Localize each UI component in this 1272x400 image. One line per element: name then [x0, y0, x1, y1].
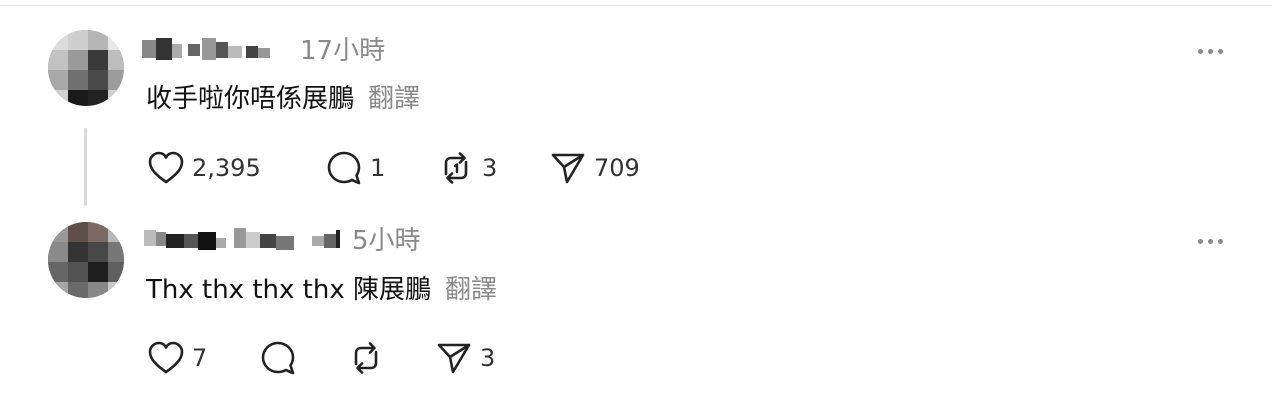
more-options-button[interactable] — [1198, 235, 1228, 247]
comment-text: Thx thx thx thx 陳展鵬 — [146, 275, 431, 305]
share-count: 3 — [480, 344, 496, 372]
comment-body: Thx thx thx thx 陳展鵬 翻譯 — [146, 274, 497, 306]
comment-body: 收手啦你唔係展鵬 翻譯 — [146, 83, 420, 115]
translate-link[interactable]: 翻譯 — [368, 84, 420, 114]
repost-icon — [444, 152, 468, 184]
like-button[interactable]: 2,395 — [148, 148, 261, 188]
comment-text: 收手啦你唔係展鵬 — [146, 84, 355, 114]
reply-count: 1 — [370, 154, 386, 182]
avatar[interactable] — [48, 222, 124, 298]
share-button[interactable]: 709 — [550, 148, 640, 188]
repost-button[interactable] — [348, 338, 392, 378]
like-count: 7 — [192, 344, 208, 372]
repost-button[interactable]: 3 — [438, 148, 497, 188]
comment-bubble-icon — [327, 151, 361, 185]
timestamp: 17小時 — [300, 36, 386, 66]
share-count: 709 — [594, 154, 640, 182]
repost-count: 3 — [482, 154, 498, 182]
more-options-button[interactable] — [1198, 45, 1228, 57]
username-redacted[interactable] — [142, 38, 272, 62]
translate-link[interactable]: 翻譯 — [445, 275, 497, 305]
thread-line — [84, 128, 87, 206]
timestamp: 5小時 — [352, 226, 421, 256]
comment-bubble-icon — [261, 341, 295, 375]
reply-button[interactable]: 1 — [326, 148, 385, 188]
share-button[interactable]: 3 — [436, 338, 495, 378]
avatar[interactable] — [48, 30, 124, 106]
like-count: 2,395 — [192, 154, 261, 182]
send-icon — [437, 343, 471, 374]
send-icon — [551, 153, 585, 184]
like-button[interactable]: 7 — [148, 338, 207, 378]
repost-icon — [354, 342, 378, 374]
top-divider — [0, 0, 1272, 6]
heart-icon — [148, 151, 184, 184]
reply-button[interactable] — [260, 338, 304, 378]
username-redacted[interactable] — [144, 228, 344, 252]
heart-icon — [148, 341, 184, 374]
